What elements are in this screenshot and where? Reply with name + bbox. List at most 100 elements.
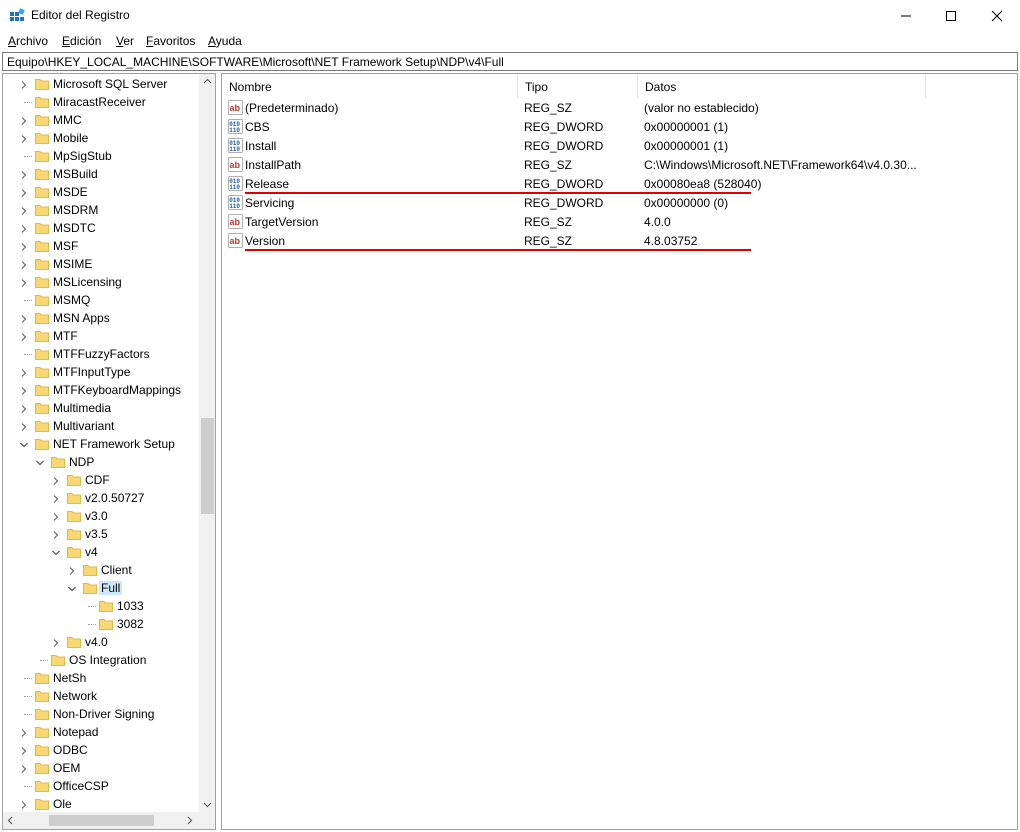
table-row[interactable]: ab Version REG_SZ 4.8.03752	[222, 231, 1017, 251]
menu-favoritos[interactable]: Favoritos	[146, 34, 195, 48]
tree-item[interactable]: MSIME	[3, 255, 199, 273]
tree-item[interactable]: v2.0.50727	[3, 489, 199, 507]
chevron-right-icon[interactable]	[19, 763, 29, 773]
tree-item[interactable]: Notepad	[3, 723, 199, 741]
minimize-button[interactable]	[883, 0, 929, 31]
tree-item[interactable]: OfficeCSP	[3, 777, 199, 795]
tree-item[interactable]: OS Integration	[3, 651, 199, 669]
tree-item[interactable]: MTFKeyboardMappings	[3, 381, 199, 399]
column-header-nombre[interactable]: Nombre	[222, 74, 518, 98]
menu-archivo[interactable]: Archivo	[8, 34, 48, 48]
scroll-up-icon[interactable]	[203, 78, 212, 84]
chevron-right-icon[interactable]	[19, 745, 29, 755]
table-row[interactable]: ab InstallPath REG_SZ C:\Windows\Microsoft.…	[222, 155, 1017, 174]
tree-item[interactable]: NDP	[3, 453, 199, 471]
column-header-tipo[interactable]: Tipo	[518, 74, 638, 98]
menu-ver[interactable]: Ver	[116, 34, 134, 48]
chevron-right-icon[interactable]	[19, 277, 29, 287]
scroll-right-icon[interactable]	[187, 816, 193, 825]
chevron-right-icon[interactable]	[19, 421, 29, 431]
chevron-right-icon[interactable]	[19, 115, 29, 125]
tree-item[interactable]: Microsoft SQL Server	[3, 75, 199, 93]
chevron-right-icon[interactable]	[51, 493, 61, 503]
chevron-right-icon[interactable]	[19, 169, 29, 179]
tree-item[interactable]: MSLicensing	[3, 273, 199, 291]
tree-item[interactable]: v4	[3, 543, 199, 561]
tree-item[interactable]: v4.0	[3, 633, 199, 651]
chevron-down-icon[interactable]	[67, 583, 77, 593]
tree-item[interactable]: v3.5	[3, 525, 199, 543]
column-header-datos[interactable]: Datos	[638, 74, 926, 98]
scroll-down-icon[interactable]	[203, 802, 212, 808]
table-row[interactable]: ab (Predeterminado) REG_SZ (valor no establ…	[222, 98, 1017, 117]
tree-item[interactable]: MSDE	[3, 183, 199, 201]
tree-item[interactable]: MTFFuzzyFactors	[3, 345, 199, 363]
tree-item[interactable]: 1033	[3, 597, 199, 615]
tree-item[interactable]: MSF	[3, 237, 199, 255]
chevron-right-icon[interactable]	[19, 799, 29, 809]
tree-item[interactable]: MSDTC	[3, 219, 199, 237]
tree-item[interactable]: Multivariant	[3, 417, 199, 435]
chevron-down-icon[interactable]	[35, 457, 45, 467]
menu-edicion[interactable]: Edición	[62, 34, 101, 48]
tree-horizontal-scrollbar[interactable]	[3, 812, 199, 829]
tree-horizontal-scroll-thumb[interactable]	[49, 815, 154, 826]
chevron-down-icon[interactable]	[19, 439, 29, 449]
tree-item[interactable]: MSMQ	[3, 291, 199, 309]
tree-item[interactable]: MiracastReceiver	[3, 93, 199, 111]
tree-item[interactable]: Multimedia	[3, 399, 199, 417]
tree-item[interactable]: Client	[3, 561, 199, 579]
tree-item[interactable]: NET Framework Setup	[3, 435, 199, 453]
chevron-right-icon[interactable]	[19, 187, 29, 197]
maximize-button[interactable]	[928, 0, 974, 31]
tree-item[interactable]: MTFInputType	[3, 363, 199, 381]
tree-item[interactable]: MMC	[3, 111, 199, 129]
tree-item[interactable]: MSBuild	[3, 165, 199, 183]
tree-item[interactable]: CDF	[3, 471, 199, 489]
table-row[interactable]: 010 110 Release REG_DWORD 0x00080ea8 (528040…	[222, 174, 1017, 194]
scroll-left-icon[interactable]	[7, 816, 13, 825]
chevron-right-icon[interactable]	[51, 637, 61, 647]
tree-item[interactable]: MSDRM	[3, 201, 199, 219]
chevron-down-icon[interactable]	[51, 547, 61, 557]
registry-key-tree[interactable]: Microsoft SQL Server MiracastReceiver MMC M…	[2, 73, 216, 830]
chevron-right-icon[interactable]	[19, 331, 29, 341]
chevron-right-icon[interactable]	[51, 511, 61, 521]
tree-item[interactable]: NetSh	[3, 669, 199, 687]
chevron-right-icon[interactable]	[19, 223, 29, 233]
chevron-right-icon[interactable]	[19, 133, 29, 143]
menu-ayuda[interactable]: Ayuda	[208, 34, 242, 48]
tree-item[interactable]: Mobile	[3, 129, 199, 147]
tree-item[interactable]: v3.0	[3, 507, 199, 525]
table-row[interactable]: ab TargetVersion REG_SZ 4.0.0	[222, 212, 1017, 231]
close-button[interactable]	[974, 0, 1020, 31]
tree-item[interactable]: MTF	[3, 327, 199, 345]
tree-item[interactable]: MpSigStub	[3, 147, 199, 165]
chevron-right-icon[interactable]	[19, 367, 29, 377]
chevron-right-icon[interactable]	[51, 475, 61, 485]
table-row[interactable]: 010 110 Servicing REG_DWORD 0x00000000 (0)	[222, 193, 1017, 212]
tree-vertical-scroll-thumb[interactable]	[201, 418, 214, 514]
address-bar[interactable]: Equipo\HKEY_LOCAL_MACHINE\SOFTWARE\Micro…	[2, 52, 1018, 71]
tree-item[interactable]: Non-Driver Signing	[3, 705, 199, 723]
tree-item[interactable]: Ole	[3, 795, 199, 813]
tree-item[interactable]: 3082	[3, 615, 199, 633]
chevron-right-icon[interactable]	[19, 403, 29, 413]
tree-item[interactable]: MSN Apps	[3, 309, 199, 327]
tree-item[interactable]: Network	[3, 687, 199, 705]
tree-item[interactable]: OEM	[3, 759, 199, 777]
tree-item[interactable]: Full	[3, 579, 199, 597]
chevron-right-icon[interactable]	[19, 205, 29, 215]
chevron-right-icon[interactable]	[51, 529, 61, 539]
tree-vertical-scrollbar[interactable]	[199, 74, 215, 814]
registry-values-list[interactable]: Nombre Tipo Datos ab (Predeterminado) REG_…	[221, 73, 1018, 830]
table-row[interactable]: 010 110 Install REG_DWORD 0x00000001 (1)	[222, 136, 1017, 155]
chevron-right-icon[interactable]	[19, 79, 29, 89]
tree-item[interactable]: ODBC	[3, 741, 199, 759]
chevron-right-icon[interactable]	[19, 727, 29, 737]
table-row[interactable]: 010 110 CBS REG_DWORD 0x00000001 (1)	[222, 117, 1017, 136]
chevron-right-icon[interactable]	[19, 241, 29, 251]
chevron-right-icon[interactable]	[19, 259, 29, 269]
chevron-right-icon[interactable]	[67, 565, 77, 575]
chevron-right-icon[interactable]	[19, 385, 29, 395]
